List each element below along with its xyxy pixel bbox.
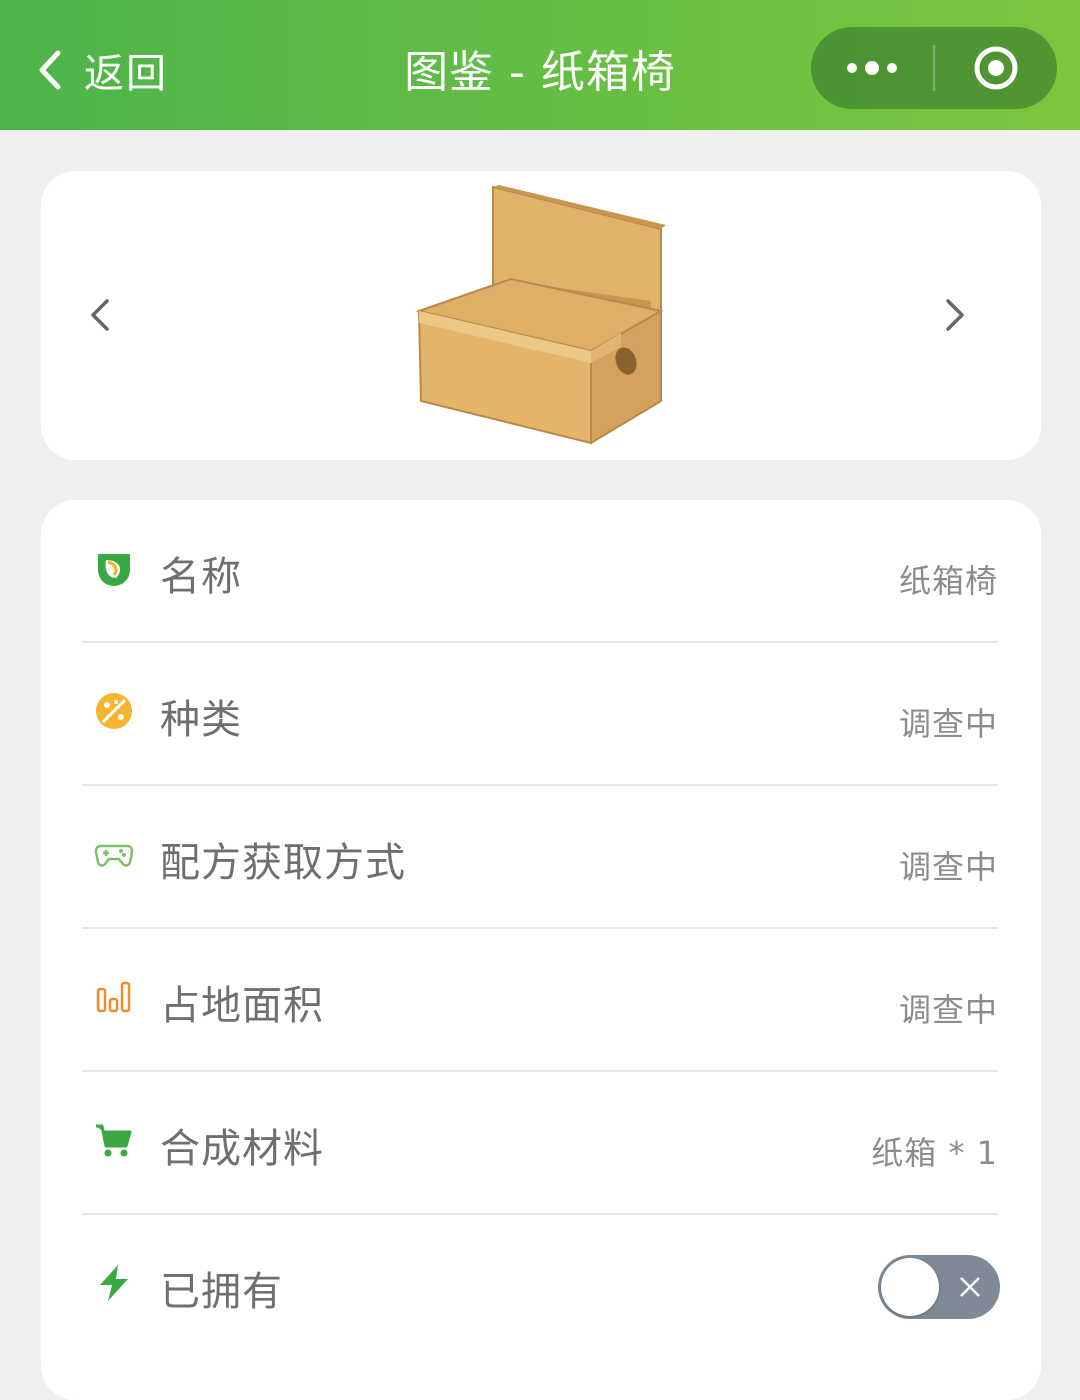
detail-row-name: 名称 纸箱椅 — [82, 500, 998, 643]
palette-icon — [96, 693, 132, 729]
detail-label: 已拥有 — [160, 1269, 283, 1315]
more-dots-icon — [847, 61, 897, 75]
owned-toggle[interactable] — [878, 1255, 1000, 1319]
detail-value: 纸箱 * 1 — [871, 1134, 998, 1172]
cardboard-box-image — [415, 185, 666, 445]
detail-label: 合成材料 — [160, 1126, 324, 1172]
detail-label: 名称 — [160, 554, 242, 600]
detail-value: 调查中 — [898, 705, 998, 743]
bolt-icon — [100, 1265, 128, 1301]
detail-value: 调查中 — [898, 848, 998, 886]
detail-row-footprint: 占地面积 调查中 — [82, 929, 998, 1072]
close-miniprogram-button[interactable] — [935, 27, 1057, 109]
detail-row-materials: 合成材料 纸箱 * 1 — [82, 1072, 998, 1215]
toggle-knob — [881, 1258, 939, 1316]
bar-chart-icon — [96, 981, 131, 1013]
detail-row-recipe-source: 配方获取方式 调查中 — [82, 786, 998, 929]
detail-value: 调查中 — [898, 991, 998, 1029]
cart-icon — [96, 1124, 132, 1157]
detail-label: 占地面积 — [160, 983, 324, 1029]
miniprogram-capsule — [811, 27, 1057, 109]
detail-label: 种类 — [160, 697, 242, 743]
chevron-right-icon[interactable] — [934, 287, 974, 343]
item-details-card: 名称 纸箱椅 种类 调查中 配方获取方式 调查中 占地面积 调查中 合成材料 纸… — [41, 500, 1041, 1400]
more-button[interactable] — [811, 27, 933, 109]
gamepad-icon — [94, 844, 134, 867]
detail-value: 纸箱椅 — [898, 562, 998, 600]
target-circle-icon — [974, 46, 1018, 90]
leaf-icon — [98, 554, 130, 586]
chevron-left-icon[interactable] — [81, 287, 121, 343]
nav-bar: 返回 图鉴 - 纸箱椅 — [0, 0, 1080, 130]
detail-label: 配方获取方式 — [160, 840, 406, 886]
detail-row-category: 种类 调查中 — [82, 643, 998, 786]
detail-row-owned: 已拥有 — [82, 1215, 1000, 1358]
item-image-carousel — [41, 171, 1041, 460]
close-icon — [960, 1277, 980, 1297]
